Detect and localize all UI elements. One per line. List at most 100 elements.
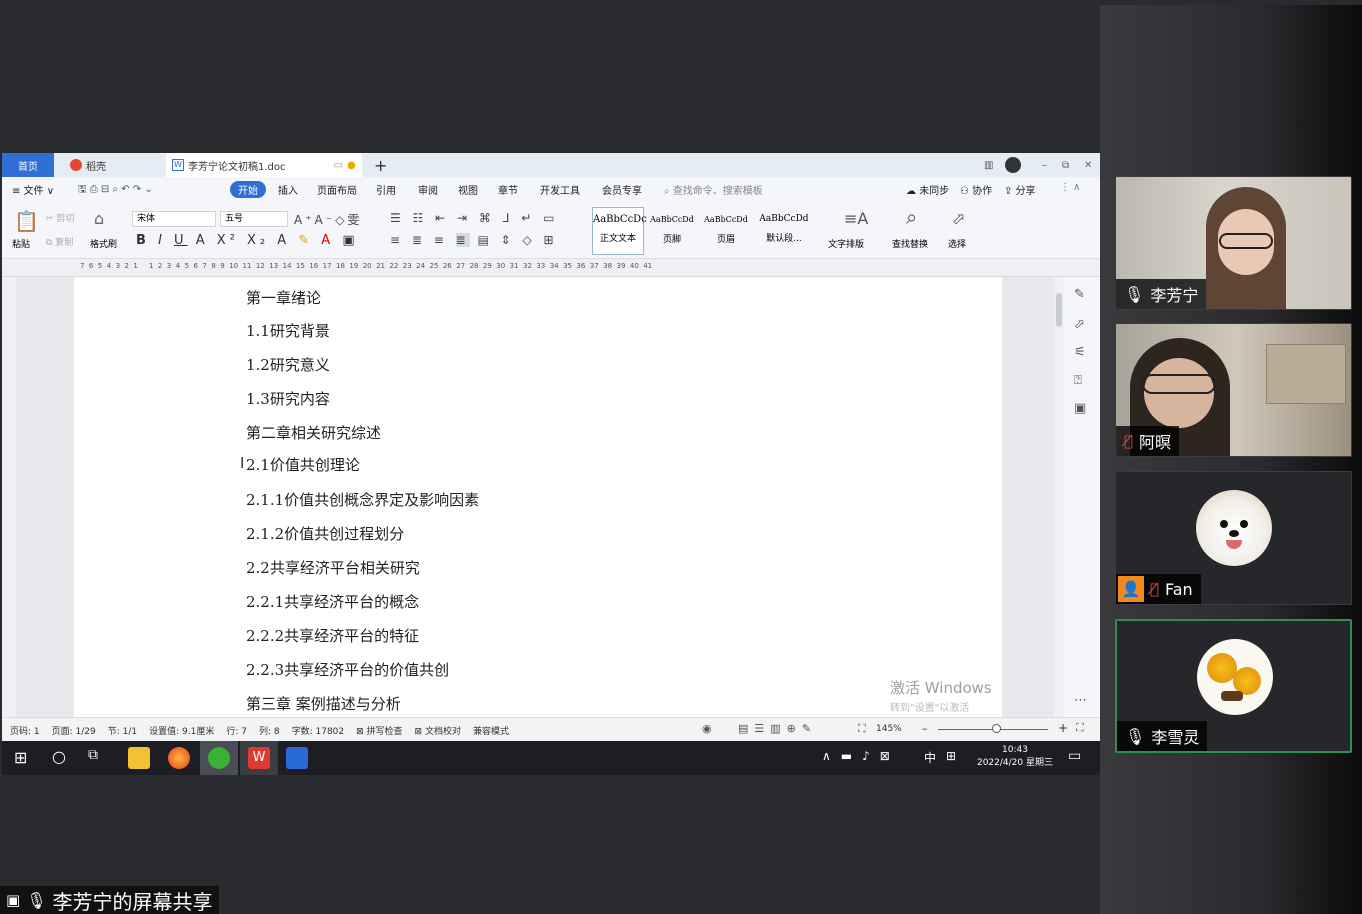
fit-icon[interactable]: ⛶: [858, 722, 866, 736]
zoom-level[interactable]: 145%: [876, 724, 902, 734]
menu-reference[interactable]: 引用: [376, 182, 396, 197]
search-icon[interactable]: ⌕: [906, 205, 917, 229]
notification-icon[interactable]: ▭: [1068, 748, 1081, 764]
toc-line[interactable]: 1.3研究内容: [246, 388, 330, 409]
status-setting[interactable]: 设置值: 9.1厘米: [149, 724, 214, 737]
participant-tile-2[interactable]: 🎙̸ 阿暝: [1115, 323, 1352, 457]
menu-layout[interactable]: 页面布局: [317, 182, 357, 197]
fullscreen-icon[interactable]: ⛶: [1076, 721, 1084, 735]
zoom-out-button[interactable]: –: [922, 722, 928, 735]
system-tray-icons[interactable]: ∧▬♪⊠: [822, 749, 900, 763]
command-search[interactable]: ⌕ 查找命令、搜索模板: [664, 182, 763, 197]
menu-developer[interactable]: 开发工具: [540, 182, 580, 197]
format-painter-icon[interactable]: ⌂: [94, 209, 104, 228]
toc-line[interactable]: 1.1研究背景: [246, 320, 330, 341]
menu-review[interactable]: 审阅: [418, 182, 438, 197]
scroll-thumb[interactable]: [1056, 293, 1062, 327]
style-header[interactable]: AaBbCcDd 页眉: [700, 207, 752, 255]
toc-line[interactable]: 2.2共享经济平台相关研究: [246, 557, 420, 578]
align-buttons[interactable]: ≡ ≣ ≡ ≣ ▤ ⇕ ◇ ⊞: [390, 233, 558, 247]
pen-icon[interactable]: ✎: [1074, 287, 1085, 302]
wechat-icon[interactable]: [208, 747, 230, 769]
toc-line[interactable]: 2.2.2共享经济平台的特征: [246, 625, 419, 646]
spell-check-toggle[interactable]: ⊠ 拼写检查: [356, 724, 402, 737]
paste-button[interactable]: 粘贴: [12, 237, 30, 250]
menu-insert[interactable]: 插入: [278, 182, 298, 197]
view-mode-buttons[interactable]: ▤☰▥⊕✎: [738, 722, 817, 735]
taskbar-clock[interactable]: 10:43 2022/4/20 星期三: [972, 744, 1058, 770]
toc-line[interactable]: 2.1.2价值共创过程划分: [246, 523, 404, 544]
text-layout-button[interactable]: 文字排版: [828, 237, 864, 250]
layout-icon[interactable]: ▥: [978, 153, 998, 177]
cursor-icon[interactable]: ⬀: [952, 209, 965, 228]
toc-line[interactable]: 第二章相关研究综述: [246, 422, 381, 443]
tab-daoke[interactable]: 稻壳: [64, 153, 160, 177]
firefox-icon[interactable]: [168, 747, 190, 769]
pointer-icon[interactable]: ⬀: [1074, 317, 1085, 332]
toc-line[interactable]: 第一章绪论: [246, 287, 321, 308]
ime-indicator[interactable]: 中: [924, 749, 936, 766]
status-section[interactable]: 节: 1/1: [108, 724, 137, 737]
status-page-num[interactable]: 页码: 1: [10, 724, 40, 737]
zoom-slider-handle[interactable]: [992, 724, 1001, 733]
wps-icon[interactable]: W: [248, 747, 270, 769]
new-tab-button[interactable]: +: [368, 153, 388, 177]
list-buttons[interactable]: ☰ ☷ ⇤ ⇥ ⌘ ⅃ ↵ ▭: [390, 211, 558, 225]
document-page[interactable]: 第一章绪论 1.1研究背景 1.2研究意义 1.3研究内容 第二章相关研究综述 …: [74, 277, 1002, 717]
status-col[interactable]: 列: 8: [259, 724, 280, 737]
menu-chapter[interactable]: 章节: [498, 182, 518, 197]
vertical-scrollbar[interactable]: [1054, 277, 1064, 717]
paste-icon[interactable]: 📋: [14, 209, 39, 233]
font-tools[interactable]: A⁺A⁻◇雯: [294, 211, 362, 228]
more-icon[interactable]: ⋮ ∧: [1060, 182, 1081, 193]
restore-button[interactable]: ⧉: [1056, 153, 1072, 177]
toc-line[interactable]: 2.1价值共创理论: [246, 454, 360, 475]
size-select[interactable]: 五号: [220, 211, 288, 227]
task-view-icon[interactable]: ⧉: [88, 747, 98, 763]
tab-document[interactable]: W 李芳宁论文初稿1.doc ▭ ●: [166, 153, 362, 177]
text-format-buttons[interactable]: B I U A X² X₂ A ✎ A ▣: [136, 233, 359, 248]
menu-home[interactable]: 开始: [230, 181, 266, 198]
pin-icon[interactable]: ▭: [334, 160, 343, 171]
cut-button[interactable]: ✂ 剪切: [46, 211, 74, 224]
user-avatar[interactable]: [1005, 157, 1021, 173]
close-button[interactable]: ✕: [1078, 153, 1094, 177]
participant-tile-4[interactable]: 🎙 李雪灵: [1115, 619, 1352, 753]
toc-line[interactable]: 2.1.1价值共创概念界定及影响因素: [246, 489, 479, 510]
settings-sliders-icon[interactable]: ⚟: [1074, 345, 1086, 360]
participant-tile-3[interactable]: 👤 🎙̸ Fan: [1115, 471, 1352, 605]
copy-button[interactable]: ⧉ 复制: [46, 235, 73, 248]
status-words[interactable]: 字数: 17802: [292, 724, 345, 737]
style-normal[interactable]: AaBbCcDc 正文文本: [592, 207, 647, 255]
clipboard-icon[interactable]: ▣: [1074, 401, 1086, 416]
menu-member[interactable]: 会员专享: [602, 182, 642, 197]
select-button[interactable]: 选择: [948, 237, 966, 250]
search-circle-icon[interactable]: ○: [52, 747, 66, 766]
eye-icon[interactable]: ◉: [702, 722, 712, 735]
style-default[interactable]: AaBbCcDd 默认段...: [754, 207, 814, 255]
find-replace-button[interactable]: 查找替换: [892, 237, 928, 250]
share-button[interactable]: ⇪ 分享: [1004, 182, 1036, 197]
menu-view[interactable]: 视图: [458, 182, 478, 197]
keyboard-icon[interactable]: ⊞: [946, 749, 956, 763]
proof-toggle[interactable]: ⊠ 文档校对: [415, 724, 461, 737]
menu-file[interactable]: ≡ 文件 ∨: [12, 182, 54, 197]
toc-line[interactable]: 2.2.1共享经济平台的概念: [246, 591, 419, 612]
toc-line[interactable]: 2.2.3共享经济平台的价值共创: [246, 659, 449, 680]
more-dots-icon[interactable]: ⋯: [1074, 693, 1087, 708]
windows-start-icon[interactable]: ⊞: [14, 748, 27, 767]
quick-tools-icon[interactable]: 🖫 ⎙ ⊟ ⌕ ↶ ↷ ⌄: [78, 182, 153, 199]
help-icon[interactable]: ⍰: [1074, 373, 1082, 388]
minimize-button[interactable]: –: [1036, 153, 1052, 177]
toc-line[interactable]: 第三章 案例描述与分析: [246, 693, 401, 714]
status-row[interactable]: 行: 7: [226, 724, 247, 737]
toc-line[interactable]: 1.2研究意义: [246, 354, 330, 375]
sync-status[interactable]: ☁ 未同步: [906, 182, 949, 197]
meeting-app-icon[interactable]: [286, 747, 308, 769]
format-painter-button[interactable]: 格式刷: [90, 237, 117, 250]
file-explorer-icon[interactable]: [128, 747, 150, 769]
font-select[interactable]: 宋体: [132, 211, 216, 227]
participant-tile-1[interactable]: 🎙 李芳宁: [1115, 176, 1352, 310]
tab-home[interactable]: 首页: [2, 153, 54, 177]
style-footer[interactable]: AaBbCcDd 页脚: [646, 207, 698, 255]
